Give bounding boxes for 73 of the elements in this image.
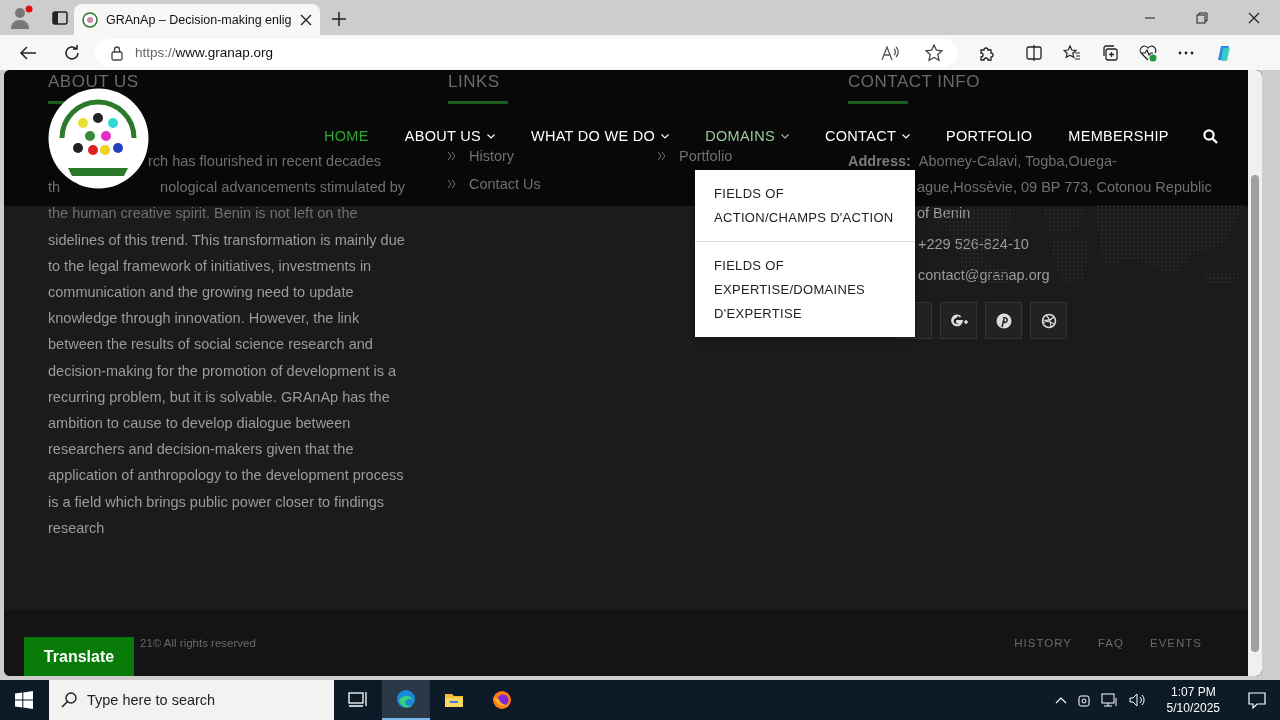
split-screen-icon[interactable] — [1025, 43, 1043, 62]
paragraph-text: rch has flourished in recent decades — [147, 152, 381, 171]
address-label: Address: — [848, 153, 911, 169]
menu-item[interactable]: FIELDS OF EXPERTISE/DOMAINES D'EXPERTISE — [695, 241, 915, 337]
search-icon — [61, 692, 77, 708]
nav-item[interactable]: PORTFOLIO — [946, 128, 1033, 144]
star-icon[interactable] — [925, 43, 943, 62]
nav-item[interactable]: DOMAINS — [705, 128, 789, 144]
search-icon[interactable] — [1202, 128, 1218, 144]
paragraph-text: the human creative spirit. Benin is not left on the — [48, 204, 358, 224]
nav-item[interactable]: ABOUT US — [404, 128, 495, 144]
section-heading: LINKS — [448, 72, 501, 92]
chevron-up-icon[interactable] — [1054, 696, 1067, 704]
read-aloud-icon[interactable] — [881, 44, 899, 61]
nav-item[interactable]: HOME — [324, 128, 369, 144]
meet-icon[interactable] — [1076, 692, 1091, 708]
copilot-icon[interactable] — [1215, 43, 1233, 62]
chevron-icon — [658, 152, 665, 160]
refresh-icon[interactable] — [63, 43, 81, 62]
network-icon[interactable] — [1100, 692, 1119, 708]
restore-icon[interactable] — [1196, 11, 1208, 24]
tab-actions-icon[interactable] — [52, 10, 68, 26]
nav-item[interactable]: CONTACT — [824, 128, 911, 144]
chevron-icon — [448, 180, 455, 188]
back-icon[interactable] — [19, 44, 37, 61]
google-plus-icon — [949, 312, 968, 329]
clock[interactable]: 1:07 PM 5/10/2025 — [1166, 684, 1220, 716]
social-button[interactable] — [1030, 302, 1067, 339]
social-button[interactable] — [940, 302, 977, 339]
phone-text: +229 526-824-10 — [918, 235, 1029, 254]
menu-item[interactable]: FIELDS OF ACTION/CHAMPS D'ACTION — [695, 170, 915, 241]
collections-icon[interactable] — [1101, 43, 1119, 62]
firefox-icon — [492, 690, 512, 710]
section-heading: ABOUT US — [48, 72, 140, 92]
task-view-icon — [348, 690, 368, 710]
translate-button[interactable]: Translate — [24, 637, 134, 676]
health-icon[interactable] — [1139, 43, 1157, 62]
paragraph-text: nological advancements stimulated by — [160, 178, 406, 198]
copyright-text: 21© All rights reserved — [140, 637, 256, 649]
edge-icon — [396, 689, 416, 709]
favorites-icon[interactable] — [1063, 43, 1081, 62]
chevron-icon — [448, 152, 455, 160]
tab-title: GRAnAp – Decision-making enlig — [106, 12, 292, 27]
notification-icon[interactable] — [1248, 691, 1266, 709]
browser-tab[interactable]: GRAnAp – Decision-making enlig — [74, 4, 320, 35]
address-text: Abomey-Calavi, Togba,Ouega- — [918, 153, 1117, 169]
social-button[interactable] — [985, 302, 1022, 339]
windows-start-icon[interactable] — [15, 691, 33, 709]
taskbar-app[interactable] — [382, 680, 430, 720]
lock-icon — [111, 44, 123, 61]
scrollbar[interactable] — [1248, 70, 1262, 676]
paragraph-text: sidelines of this trend. This transformation is mainly due to the legal framework of initiatives, investments in communication and the growing need to update knowledge through innovation. However, the link between the results of social science research and decision-making for the promotion of development is a recurring problem, but it is solvable. GRAnAp has the ambition to cause to develop dialogue between researchers and decision-makers given that the application of anthropology to the development process is a field which brings public power closer to findings research — [48, 230, 406, 538]
pinterest-icon — [995, 312, 1012, 329]
nav-item[interactable]: MEMBERSHIP — [1068, 128, 1169, 144]
address-text: ague,Hossèvie, 09 BP 773, Cotonou Republic — [917, 178, 1212, 197]
dribbble-icon — [1040, 312, 1057, 329]
paragraph-text: th — [48, 178, 61, 198]
email-text[interactable]: contact@granap.org — [918, 262, 1050, 288]
volume-icon[interactable] — [1128, 692, 1147, 708]
close-icon[interactable] — [1248, 11, 1260, 24]
nav-item[interactable]: WHAT DO WE DO — [530, 128, 670, 144]
section-heading: CONTACT INFO — [848, 72, 981, 92]
footer-link[interactable]: History — [469, 148, 515, 164]
search-field[interactable]: Type here to search — [49, 680, 334, 720]
footer-link[interactable]: Portfolio — [679, 148, 733, 164]
clock-time: 1:07 PM — [1169, 684, 1217, 700]
footer-link[interactable]: Contact Us — [469, 176, 541, 192]
new-tab-icon[interactable] — [331, 12, 346, 26]
clock-date: 5/10/2025 — [1166, 700, 1220, 716]
close-icon[interactable] — [299, 13, 312, 26]
search-placeholder: Type here to search — [87, 692, 216, 708]
address-text: of Benin — [917, 204, 971, 223]
site-favicon — [82, 11, 98, 28]
